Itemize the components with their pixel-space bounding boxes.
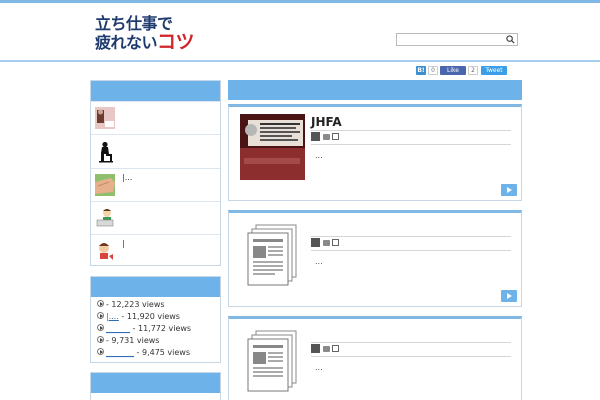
title-divider <box>311 130 511 131</box>
sidebar-thumbnail[interactable] <box>95 207 115 229</box>
search-box[interactable] <box>396 33 518 46</box>
sidebar-recent-item[interactable] <box>91 201 220 234</box>
bullet-arrow-icon <box>97 312 104 319</box>
sidebar-ranking-panel: - 12,223 views |.... - 11,920 views ____… <box>90 276 221 363</box>
ranking-views: - 12,223 views <box>106 300 165 309</box>
sidebar-thumbnail[interactable] <box>95 174 115 196</box>
sidebar-recent-title[interactable]: |... <box>122 173 132 182</box>
main-header-bar <box>228 80 522 100</box>
author-icon <box>311 344 320 353</box>
ranking-link[interactable]: ______ <box>106 324 130 333</box>
logo-line-2-text: 疲れない <box>95 33 158 52</box>
post-excerpt: ... <box>315 151 323 160</box>
ranking-link[interactable]: _______ <box>106 348 134 357</box>
bullet-arrow-icon <box>97 348 104 355</box>
ranking-row: ______ - 11,772 views <box>97 324 191 334</box>
sidebar-recent-item[interactable]: |... <box>91 168 220 201</box>
category-icon <box>323 240 330 246</box>
ranking-row: - 9,731 views <box>97 336 159 346</box>
author-icon <box>311 238 320 247</box>
sidebar-thumbnail[interactable] <box>95 141 115 163</box>
ranking-views: - 9,731 views <box>106 336 160 345</box>
facebook-like-count: 2 <box>468 66 478 75</box>
sidebar-thumbnail[interactable] <box>95 107 115 129</box>
logo-accent-text: コツ <box>157 31 195 53</box>
calendar-icon <box>332 345 339 352</box>
hatena-count: 0 <box>428 66 438 75</box>
title-divider <box>311 342 511 343</box>
hatena-bookmark-button[interactable]: B! <box>416 66 426 75</box>
post-card: JHFA ... <box>228 104 522 201</box>
tweet-label: Tweet <box>485 67 503 74</box>
no-image-document-icon[interactable] <box>240 327 305 393</box>
category-icon <box>323 346 330 352</box>
sidebar-widget-header <box>91 373 220 393</box>
sidebar-recent-panel: |... | <box>90 80 221 266</box>
ranking-views: - 11,920 views <box>118 312 180 321</box>
ranking-row: |.... - 11,920 views <box>97 312 180 322</box>
sidebar-recent-item[interactable]: | <box>91 234 220 267</box>
ranking-row: - 12,223 views <box>97 300 165 310</box>
read-more-button[interactable] <box>501 290 517 302</box>
sidebar-widget-panel <box>90 372 221 400</box>
post-excerpt: ... <box>315 363 323 372</box>
meta-divider <box>311 144 511 145</box>
header-divider <box>0 60 600 62</box>
sidebar-recent-item[interactable] <box>91 101 220 134</box>
calendar-icon <box>332 133 339 140</box>
sidebar-ranking-header <box>91 277 220 297</box>
post-thumbnail[interactable] <box>240 114 305 180</box>
post-excerpt: ... <box>315 257 323 266</box>
title-divider <box>311 236 511 237</box>
post-title[interactable]: JHFA <box>311 115 342 129</box>
site-header <box>0 3 600 61</box>
author-icon <box>311 132 320 141</box>
sidebar-recent-title[interactable]: | <box>122 239 125 248</box>
read-more-button[interactable] <box>501 184 517 196</box>
bullet-arrow-icon <box>97 324 104 331</box>
bullet-arrow-icon <box>97 300 104 307</box>
facebook-like-button[interactable]: Like <box>440 66 466 75</box>
sidebar-recent-header <box>91 81 220 101</box>
calendar-icon <box>332 239 339 246</box>
meta-divider <box>311 250 511 251</box>
sidebar-recent-item[interactable] <box>91 134 220 168</box>
bullet-arrow-icon <box>97 336 104 343</box>
ranking-row: _______ - 9,475 views <box>97 348 190 358</box>
facebook-like-label: Like <box>447 67 459 74</box>
meta-divider <box>311 356 511 357</box>
ranking-views: - 11,772 views <box>130 324 192 333</box>
category-icon <box>323 134 330 140</box>
tweet-button[interactable]: Tweet <box>481 66 507 75</box>
post-card: ... <box>228 210 522 307</box>
search-icon[interactable] <box>506 35 515 44</box>
logo-line-2: 疲れないコツ <box>95 31 205 53</box>
no-image-document-icon[interactable] <box>240 221 305 287</box>
site-logo[interactable]: 立ち仕事で 疲れないコツ <box>95 14 205 56</box>
sidebar-thumbnail[interactable] <box>95 240 115 262</box>
ranking-views: - 9,475 views <box>134 348 191 357</box>
ranking-link[interactable]: |.... <box>106 312 119 321</box>
post-card: ... <box>228 316 522 400</box>
